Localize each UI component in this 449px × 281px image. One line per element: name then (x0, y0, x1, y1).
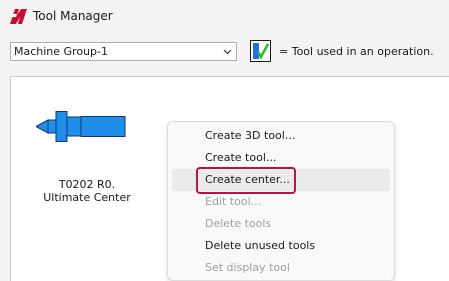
toolbar: Machine Group-1 = Tool used in an operat… (0, 34, 449, 70)
tool-number: T0202 R0. (58, 178, 116, 191)
tool-name: Ultimate Center (43, 191, 131, 204)
context-menu: Create 3D tool... Create tool... Create … (167, 121, 395, 281)
menu-item-edit-tool: Edit tool... (205, 195, 262, 208)
menu-item-delete-tools: Delete tools (205, 217, 272, 230)
machine-group-select[interactable]: Machine Group-1 (10, 42, 237, 61)
chevron-down-icon (223, 49, 232, 55)
tool-label: T0202 R0. Ultimate Center (28, 178, 146, 204)
legend-text: = Tool used in an operation. (279, 45, 434, 58)
app-logo-icon (10, 9, 27, 24)
menu-item-create-tool[interactable]: Create tool... (172, 147, 390, 169)
tool-used-legend-icon (250, 40, 271, 62)
window-title: Tool Manager (33, 9, 113, 23)
center-tool-icon[interactable] (36, 111, 127, 142)
menu-item-set-display-tool: Set display tool (205, 261, 290, 274)
machine-group-value: Machine Group-1 (14, 45, 108, 58)
title-bar: Tool Manager (0, 0, 449, 34)
menu-item-delete-unused-tools[interactable]: Delete unused tools (172, 235, 390, 257)
highlight-box (196, 167, 296, 194)
menu-item-create-3d-tool[interactable]: Create 3D tool... (172, 125, 390, 147)
